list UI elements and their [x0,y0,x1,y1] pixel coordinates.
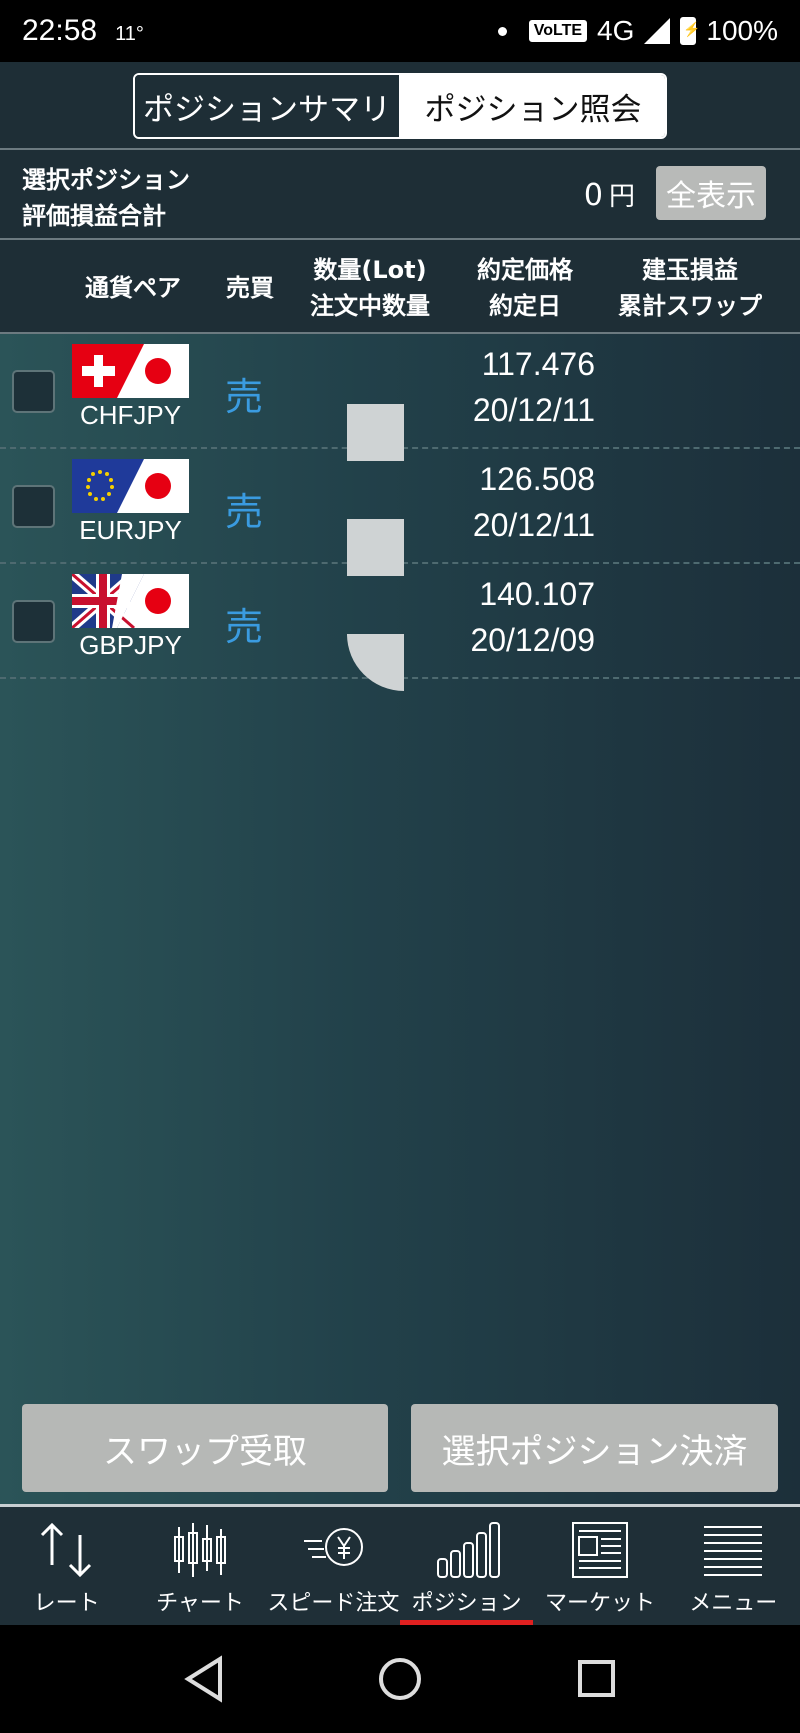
signal-icon [644,18,671,44]
nav-item-market[interactable]: マーケット [533,1507,666,1625]
currency-pair: GBPJPY [79,630,182,660]
system-nav-bar [0,1625,800,1733]
back-icon[interactable] [184,1655,222,1703]
settle-selected-positions-button[interactable]: 選択ポジション決済 [411,1404,778,1492]
trade-side: 売 [225,375,264,419]
column-header-side[interactable]: 売買 [222,270,278,306]
nav-label-rate: レート [33,1591,100,1616]
summary-label-line2: 評価損益合計 [22,202,166,230]
column-header-pl-line1: 建玉損益 [642,256,738,284]
row-checkbox[interactable] [12,370,55,413]
gbp-jpy-flag-icon [72,574,189,628]
nav-label-speed-order: スピード注文 [267,1591,400,1616]
nav-label-position: ポジション [411,1591,522,1616]
show-all-button[interactable]: 全表示 [656,166,766,220]
trade-side: 売 [225,605,264,649]
summary-total-value: 0円 [584,176,635,213]
status-temperature: 11° [115,23,144,45]
nav-label-market: マーケット [544,1591,655,1616]
nav-item-rate[interactable]: レート [0,1507,133,1625]
battery-icon [680,17,701,45]
tab-position-inquiry[interactable]: ポジション照会 [401,75,665,137]
home-icon[interactable] [379,1658,421,1700]
table-row[interactable]: GBPJPY 売 140.107 20/12/09 [0,564,800,691]
newspaper-icon [571,1522,628,1578]
column-header-price-line2: 約定日 [489,292,561,320]
row-checkbox[interactable] [12,600,55,643]
chf-jpy-flag-icon [72,344,189,398]
candlestick-icon [173,1523,226,1577]
execution-price: 117.476 [481,346,595,382]
volte-icon: VoLTE [528,20,588,42]
nav-item-speed-order[interactable]: スピード注文 [267,1507,400,1625]
eur-jpy-flag-icon [72,459,189,513]
column-header-price-line1: 約定価格 [477,256,573,284]
bar-chart-icon [436,1522,500,1578]
nav-label-menu: メニュー [689,1591,778,1616]
column-header-pair[interactable]: 通貨ペア [78,270,188,306]
status-time: 22:58 [22,14,98,47]
battery-percent: 100% [706,15,778,46]
app-screen: ポジションサマリ ポジション照会 選択ポジション 評価損益合計 0円 全表示 通… [0,62,800,1625]
rate-arrows-icon [40,1522,91,1578]
summary-amount: 0 [583,178,603,213]
execution-date: 20/12/11 [472,507,595,543]
summary-unit: 円 [608,182,635,212]
column-header-qty-line2: 注文中数量 [310,292,430,320]
network-type: 4G [597,15,635,46]
execution-price: 126.508 [479,461,595,497]
nav-item-chart[interactable]: チャート [133,1507,266,1625]
quantity-cell [347,634,404,691]
status-bar: 22:58 11° VoLTE 4G 100% [0,0,800,62]
segmented-control: ポジションサマリ ポジション照会 [133,73,667,139]
table-row[interactable]: EURJPY 売 126.508 20/12/11 [0,449,800,576]
column-header-qty-line1: 数量(Lot) [313,256,427,284]
nav-label-chart: チャート [156,1591,244,1616]
table-header: 通貨ペア 売買 数量(Lot) 注文中数量 約定価格 約定日 建玉損益 累計スワ… [0,240,800,334]
table-row[interactable]: CHFJPY 売 117.476 20/12/11 [0,334,800,461]
bottom-nav: レート チャート スピード注文 ポジション マーケット メニュー [0,1507,800,1625]
summary-label-line1: 選択ポジション [22,166,190,194]
tab-position-summary[interactable]: ポジションサマリ [135,75,401,137]
currency-pair: CHFJPY [79,400,182,430]
position-list: CHFJPY 売 117.476 20/12/11 EURJPY 売 126.5… [0,334,800,691]
column-header-pl-line2: 累計スワップ [618,292,762,320]
system-nav-icons [184,1655,615,1703]
trade-side: 売 [225,490,264,534]
row-checkbox[interactable] [12,485,55,528]
column-header-price[interactable]: 約定価格 約定日 [460,252,590,324]
recents-icon[interactable] [578,1660,615,1697]
execution-date: 20/12/09 [470,622,595,658]
currency-pair: EURJPY [79,515,182,545]
column-header-qty[interactable]: 数量(Lot) 注文中数量 [305,252,435,324]
tab-bar: ポジションサマリ ポジション照会 [0,62,800,148]
menu-lines-icon [704,1526,763,1576]
speed-order-yen-icon [304,1528,364,1566]
column-header-pl[interactable]: 建玉損益 累計スワップ [610,252,770,324]
nav-item-position[interactable]: ポジション [399,1507,534,1625]
execution-date: 20/12/11 [472,392,595,428]
summary-label: 選択ポジション 評価損益合計 [22,162,190,234]
swap-receive-button[interactable]: スワップ受取 [22,1404,388,1492]
nav-item-menu[interactable]: メニュー [667,1507,800,1625]
execution-price: 140.107 [479,576,595,612]
notification-dot-icon [497,26,507,36]
